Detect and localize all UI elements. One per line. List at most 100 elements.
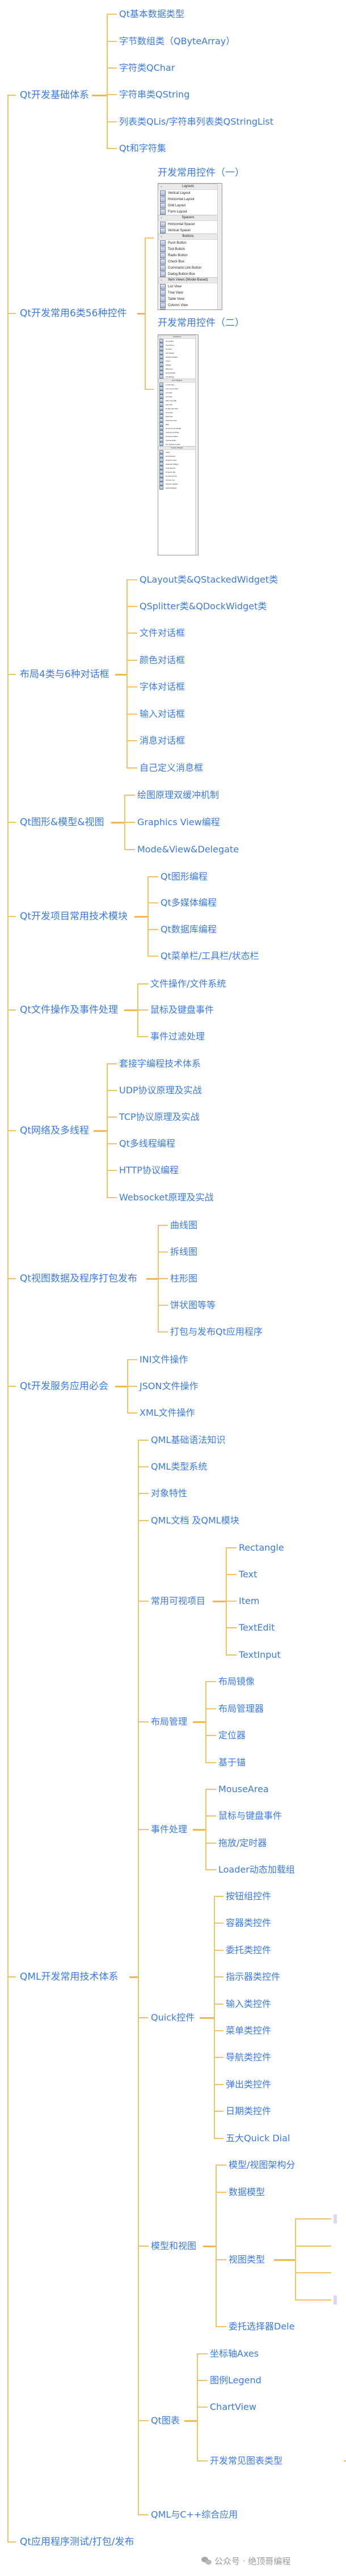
child-node[interactable]: Qt多线程编程 <box>119 1138 175 1149</box>
panel-scrollbar[interactable] <box>195 335 198 555</box>
widget-group-header[interactable]: ⌄ Display Widgets <box>158 446 196 450</box>
widget-item[interactable]: Radio Button <box>158 252 218 258</box>
chevron-down-icon[interactable]: ⌄ <box>160 234 163 239</box>
chevron-down-icon[interactable]: ⌄ <box>160 336 162 338</box>
child-node[interactable]: TCP协议原理及实战 <box>119 1111 200 1123</box>
widget-item[interactable]: Time Edit <box>158 410 196 414</box>
widget-item[interactable]: List View <box>158 283 218 290</box>
qml-subtopic-node[interactable]: 模型/视图架构分 <box>229 2159 295 2171</box>
qml-subtopic-node[interactable]: 坐标轴Axes <box>210 2348 259 2359</box>
section-node[interactable]: Qt开发常用6类56种控件 <box>20 308 127 319</box>
chevron-down-icon[interactable]: ⌄ <box>160 379 162 382</box>
widget-item[interactable]: Tab Widget <box>158 351 196 355</box>
widget-item[interactable]: Column View <box>158 302 218 308</box>
child-node[interactable]: 文件对话框 <box>140 627 185 639</box>
child-node[interactable]: 自己定义消息框 <box>140 762 203 774</box>
widget-item[interactable]: Text Edit <box>158 394 196 398</box>
section-node[interactable]: Qt网络及多线程 <box>20 1125 89 1136</box>
widget-item[interactable]: Vertical Scroll Bar <box>158 430 196 434</box>
child-node[interactable]: 列表类QLis/字符串列表类QStringList <box>119 116 273 128</box>
widget-item[interactable]: Label <box>158 450 196 454</box>
widget-group-header[interactable]: ⌄ Containers <box>158 335 196 339</box>
widget-item[interactable]: Tool Box <box>158 347 196 351</box>
section-node[interactable]: Qt应用程序测试/打包/发布 <box>20 2536 134 2548</box>
section-node[interactable]: Qt文件操作及事件处理 <box>20 1004 118 1016</box>
qml-subtopic-node[interactable]: 数据模型 <box>229 2187 265 2198</box>
child-node[interactable]: Graphics View编程 <box>137 817 220 828</box>
child-node[interactable]: 文件操作/文件系统 <box>150 978 226 990</box>
qml-subtopic-node[interactable]: 鼠标与键盘事件 <box>218 1810 282 1822</box>
widget-item[interactable]: Dial <box>158 422 196 426</box>
widget-item[interactable]: Table View <box>158 296 218 302</box>
child-node[interactable]: JSON文件操作 <box>140 1381 198 1392</box>
child-node[interactable]: 鼠标及键盘事件 <box>150 1004 214 1016</box>
widget-item[interactable]: QQuickWidget <box>158 486 196 490</box>
widget-group-header[interactable]: ⌄ Item Views (Model-Based) <box>158 277 218 283</box>
child-node[interactable]: 打包与发布Qt应用程序 <box>170 1326 263 1338</box>
chevron-down-icon[interactable]: ⌄ <box>160 215 163 220</box>
widget-item[interactable]: Undo View <box>158 308 218 309</box>
widget-group-header[interactable]: ⌄ Spacers <box>158 215 218 221</box>
qml-topic-node[interactable]: 布局管理 <box>151 1716 187 1728</box>
widget-item[interactable]: Widget <box>158 363 196 367</box>
section-node[interactable]: Qt开发基础体系 <box>20 90 89 101</box>
qml-subtopic-node[interactable]: 弹出类控件 <box>226 2079 271 2090</box>
child-node[interactable]: 颜色对话框 <box>140 655 185 666</box>
widget-box-panel[interactable]: ⌄ Layouts Vertical Layout Horizontal Layout… <box>158 183 222 310</box>
qml-subtopic-node[interactable]: 五大Quick Dial <box>226 2133 290 2144</box>
child-node[interactable]: UDP协议原理及实战 <box>119 1085 202 1096</box>
qml-subtopic-node[interactable]: 按钮组控件 <box>226 1891 271 1902</box>
qml-subtopic-node[interactable]: 布局管理器 <box>218 1703 264 1714</box>
widget-item[interactable]: QAxWidget <box>158 375 196 379</box>
qml-subtopic-node[interactable]: Text <box>239 1569 257 1580</box>
widget-item[interactable]: Grid Layout <box>158 202 218 209</box>
qml-subtopic-node[interactable]: ChartView <box>210 2401 256 2413</box>
widget-group-header[interactable]: ⌄ Buttons <box>158 234 218 240</box>
qml-topic-node[interactable]: 对象特性 <box>151 1488 187 1499</box>
child-node[interactable]: XML文件操作 <box>140 1407 195 1419</box>
qml-subtopic-node[interactable]: 基于锚 <box>218 1757 246 1768</box>
qml-subtopic-node[interactable]: 定位器 <box>218 1730 246 1741</box>
section-node[interactable]: 布局4类与6种对话框 <box>20 669 109 680</box>
child-node[interactable]: 柱形图 <box>170 1273 197 1284</box>
widget-item[interactable]: Vertical Line <box>158 478 196 482</box>
section-node[interactable]: QML开发常用技术体系 <box>20 1971 119 1983</box>
qml-topic-node[interactable]: QML文档 及QML模块 <box>151 1515 239 1526</box>
section-node[interactable]: Qt视图数据及程序打包发布 <box>20 1273 137 1284</box>
widget-item[interactable]: Horizontal Layout <box>158 196 218 202</box>
widget-item[interactable]: Horizontal Slider <box>158 434 196 438</box>
qml-subtopic-node[interactable]: 指示器类控件 <box>226 1971 280 1983</box>
widget-item[interactable]: Dialog Button Box <box>158 271 218 277</box>
qml-subtopic-node[interactable]: TextEdit <box>239 1622 275 1633</box>
chevron-down-icon[interactable]: ⌄ <box>160 278 163 283</box>
widget-item[interactable]: Line Edit <box>158 391 196 394</box>
widget-item[interactable]: Vertical Spacer <box>158 227 218 234</box>
qml-topic-node[interactable]: Quick控件 <box>151 2012 195 2023</box>
widget-item[interactable]: Date/Time Edit <box>158 418 196 422</box>
qml-subtopic-node[interactable]: Item <box>239 1595 259 1607</box>
clipped-node[interactable] <box>334 2214 337 2223</box>
qml-subtopic-node[interactable]: 输入类控件 <box>226 1998 271 2010</box>
widget-item[interactable]: Command Link Button <box>158 265 218 271</box>
widget-item[interactable]: Tool Button <box>158 246 218 252</box>
widget-group-header[interactable]: ⌄ Layouts <box>158 184 218 190</box>
child-node[interactable]: 拆线图 <box>170 1246 197 1258</box>
child-node[interactable]: Mode&View&Delegate <box>137 844 239 855</box>
qml-subtopic-node[interactable]: TextInput <box>239 1649 281 1661</box>
widget-item[interactable]: Double Spin Box <box>158 406 196 410</box>
qml-subtopic-node[interactable]: 日期类控件 <box>226 2106 271 2117</box>
widget-item[interactable]: Combo Box <box>158 383 196 387</box>
qml-topic-node[interactable]: QML类型系统 <box>151 1461 207 1472</box>
qml-topic-node[interactable]: 常用可视项目 <box>151 1595 205 1607</box>
child-node[interactable]: HTTP协议编程 <box>119 1165 179 1176</box>
widget-item[interactable]: Tree View <box>158 290 218 296</box>
qml-topic-node[interactable]: 模型和视图 <box>151 2240 196 2252</box>
child-node[interactable]: Websocket原理及实战 <box>119 1192 214 1203</box>
child-node[interactable]: 字体对话框 <box>140 681 185 693</box>
qml-subtopic-node[interactable]: 开发常见图表类型 <box>210 2455 282 2467</box>
child-node[interactable]: 绘图原理双缓冲机制 <box>137 790 219 801</box>
widget-item[interactable]: OpenGL Widget <box>158 482 196 486</box>
widget-item[interactable]: Scroll Area <box>158 343 196 347</box>
qml-subtopic-node[interactable]: MouseArea <box>218 1784 269 1795</box>
qml-topic-node[interactable]: Qt图表 <box>151 2415 180 2426</box>
